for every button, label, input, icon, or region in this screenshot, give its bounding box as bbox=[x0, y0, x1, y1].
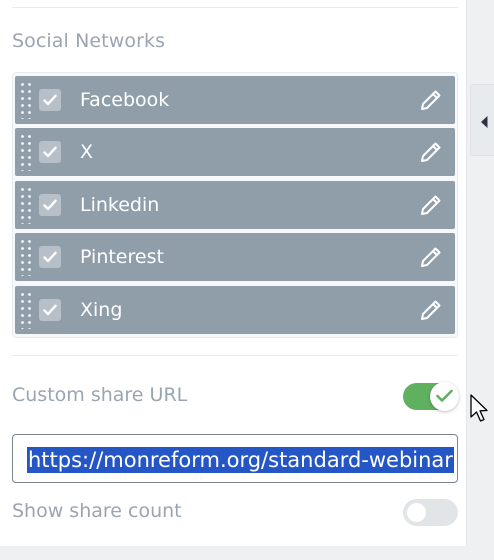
divider bbox=[12, 7, 458, 8]
caret-left-icon bbox=[481, 116, 488, 128]
item-label: Pinterest bbox=[80, 246, 164, 268]
checkmark-icon bbox=[43, 94, 57, 106]
pencil-icon[interactable] bbox=[419, 88, 443, 112]
url-input-value: https://monreform.org/standard-webinar bbox=[27, 447, 454, 473]
pencil-icon[interactable] bbox=[419, 140, 443, 164]
list-item-x[interactable]: X bbox=[15, 128, 455, 176]
custom-share-url-label: Custom share URL bbox=[12, 384, 188, 406]
toggle-knob bbox=[430, 382, 459, 411]
panel-collapse-button[interactable] bbox=[470, 84, 494, 156]
checkbox-pinterest[interactable] bbox=[39, 246, 61, 268]
custom-share-url-toggle[interactable] bbox=[403, 382, 459, 411]
pencil-icon[interactable] bbox=[419, 193, 443, 217]
checkbox-facebook[interactable] bbox=[39, 89, 61, 111]
section-title: Social Networks bbox=[12, 30, 166, 52]
item-label: X bbox=[80, 141, 94, 163]
show-share-count-toggle[interactable] bbox=[403, 499, 458, 526]
show-share-count-label: Show share count bbox=[12, 500, 182, 522]
item-label: Linkedin bbox=[80, 194, 160, 216]
drag-handle-icon[interactable] bbox=[19, 291, 33, 329]
pencil-icon[interactable] bbox=[419, 298, 443, 322]
item-label: Xing bbox=[80, 299, 123, 321]
checkmark-icon bbox=[43, 251, 57, 263]
drag-handle-icon[interactable] bbox=[19, 81, 33, 119]
checkbox-linkedin[interactable] bbox=[39, 194, 61, 216]
list-item-pinterest[interactable]: Pinterest bbox=[15, 233, 455, 281]
toggle-knob bbox=[407, 503, 426, 522]
checkmark-icon bbox=[43, 146, 57, 158]
checkbox-xing[interactable] bbox=[39, 299, 61, 321]
list-item-xing[interactable]: Xing bbox=[15, 286, 455, 334]
item-label: Facebook bbox=[80, 89, 170, 111]
mouse-pointer-icon bbox=[470, 394, 488, 422]
list-item-facebook[interactable]: Facebook bbox=[15, 76, 455, 124]
social-networks-list: Facebook X Linkedin Pinterest Xing bbox=[12, 72, 458, 338]
checkmark-icon bbox=[43, 199, 57, 211]
drag-handle-icon[interactable] bbox=[19, 186, 33, 224]
checkbox-x[interactable] bbox=[39, 141, 61, 163]
checkmark-icon bbox=[436, 389, 453, 402]
checkmark-icon bbox=[43, 304, 57, 316]
drag-handle-icon[interactable] bbox=[19, 238, 33, 276]
settings-panel: Social Networks Facebook X Linkedin Pint… bbox=[0, 0, 467, 546]
drag-handle-icon[interactable] bbox=[19, 133, 33, 171]
divider bbox=[12, 355, 458, 356]
list-item-linkedin[interactable]: Linkedin bbox=[15, 181, 455, 229]
pencil-icon[interactable] bbox=[419, 245, 443, 269]
custom-share-url-input[interactable]: https://monreform.org/standard-webinar bbox=[12, 434, 458, 483]
